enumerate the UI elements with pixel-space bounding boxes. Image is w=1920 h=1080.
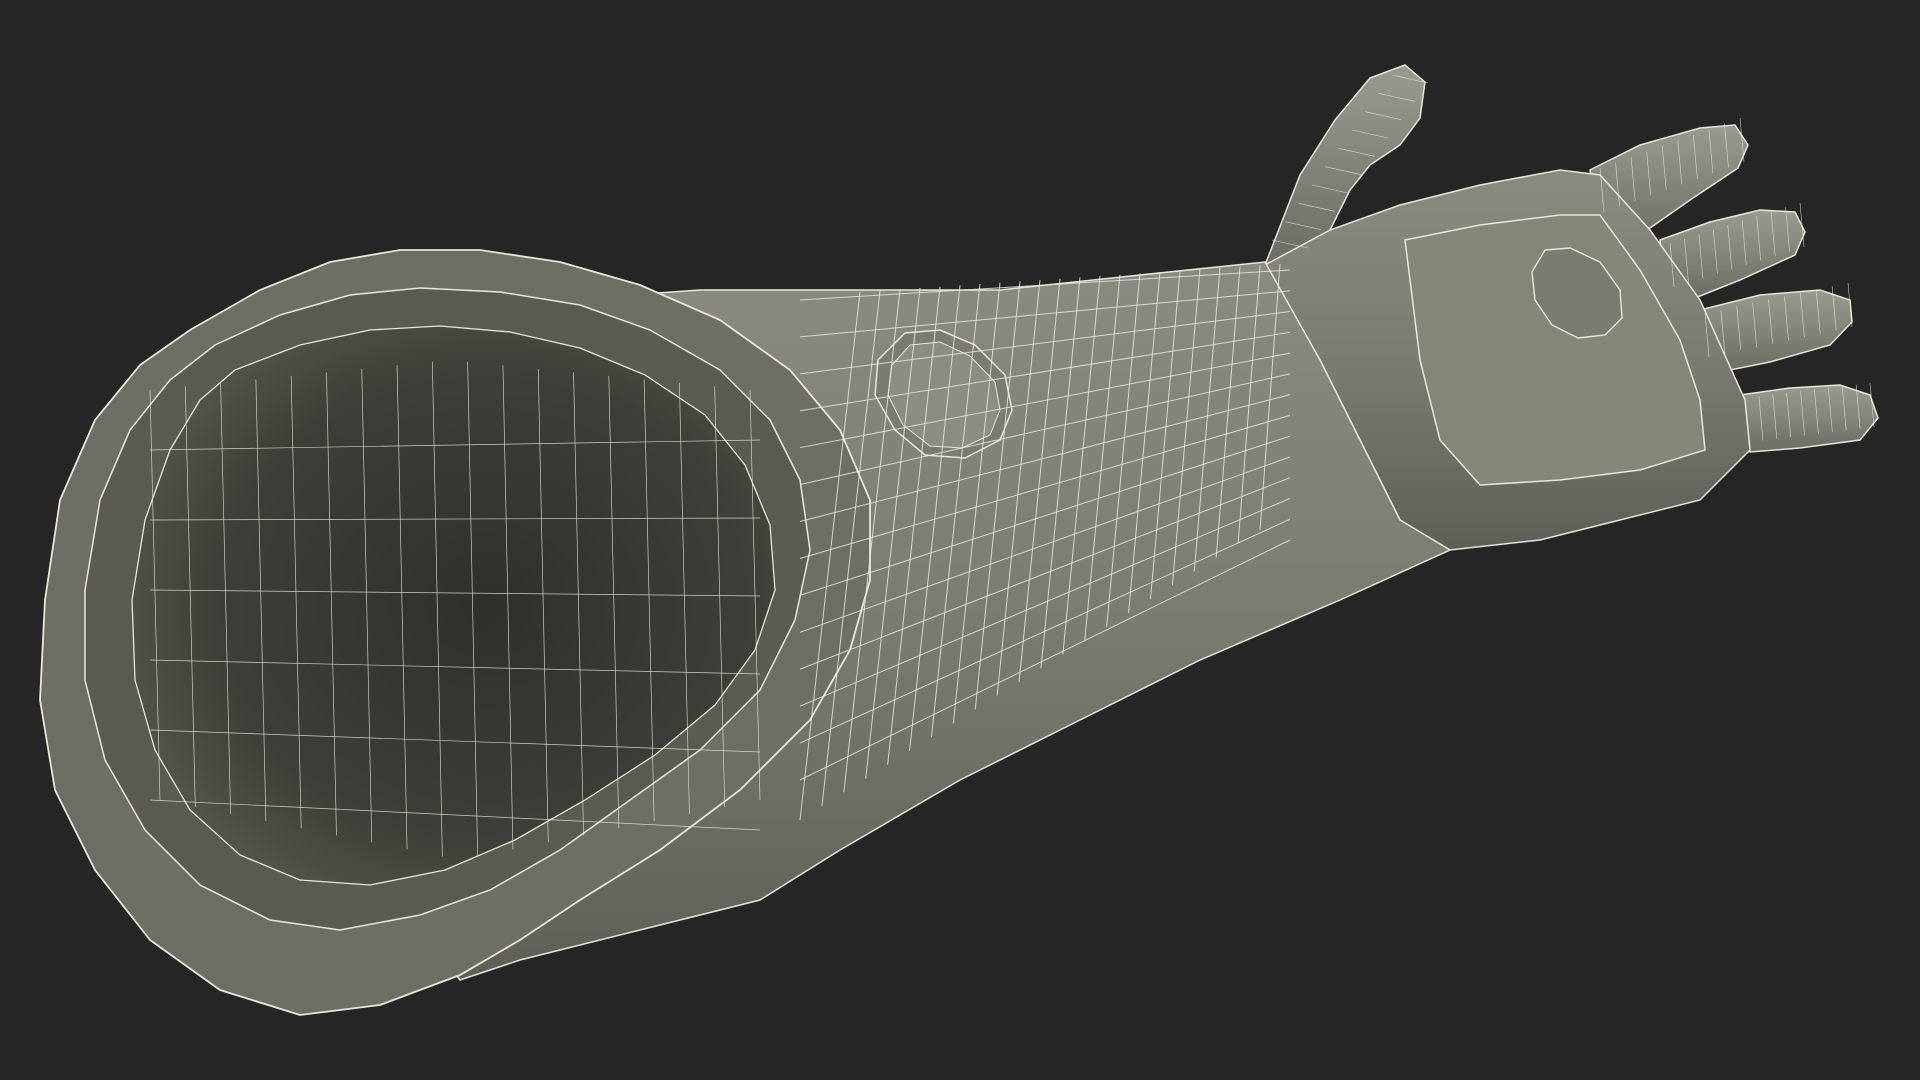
3d-viewport (0, 0, 1920, 1080)
wireframe-render (39, 64, 1879, 1016)
